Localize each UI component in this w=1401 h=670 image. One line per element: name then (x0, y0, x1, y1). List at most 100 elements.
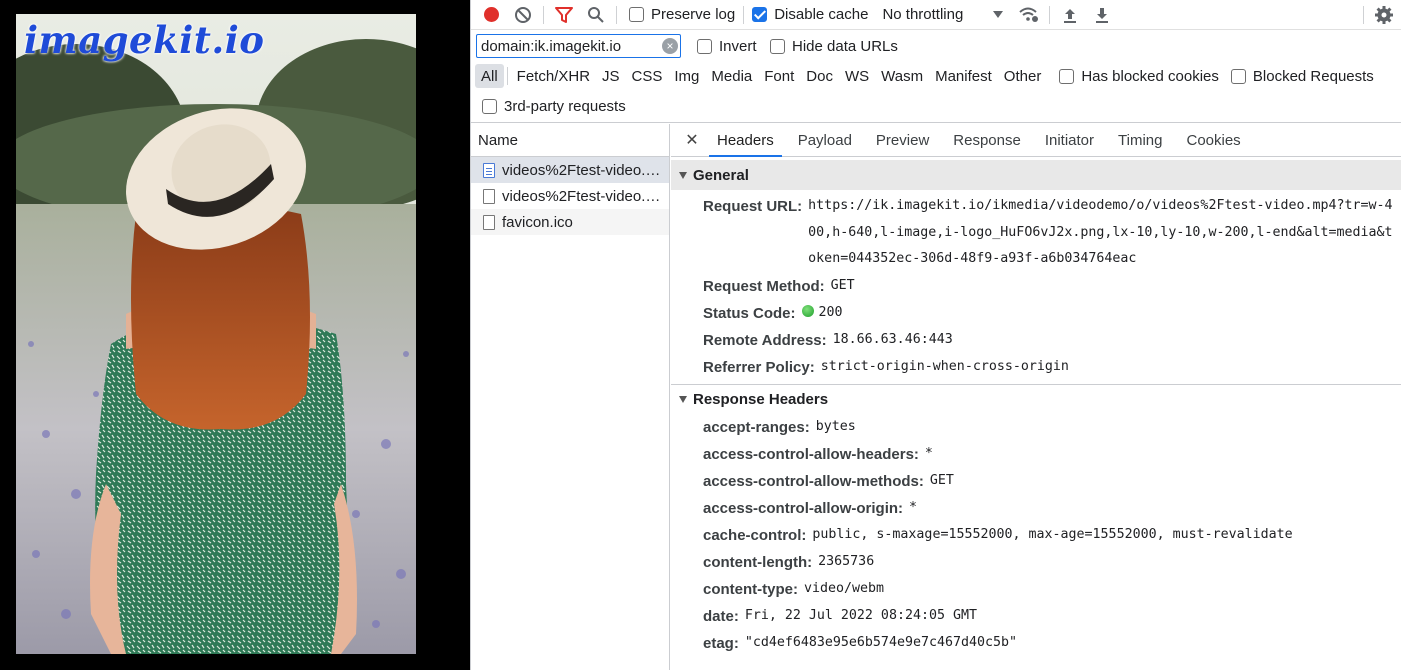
filter-input[interactable]: domain:ik.imagekit.io × (476, 34, 681, 58)
video-panel: imagekit.io (0, 0, 470, 670)
tab-cookies[interactable]: Cookies (1174, 124, 1252, 156)
third-party-label: 3rd-party requests (504, 98, 626, 115)
response-header-row: accept-ranges: bytes (671, 414, 1401, 441)
close-icon[interactable]: ✕ (679, 124, 705, 156)
response-header-name: content-type: (703, 580, 798, 598)
status-code-label: Status Code: (703, 304, 796, 322)
general-section-title: General (693, 166, 749, 184)
export-har-button[interactable] (1086, 1, 1118, 29)
video-player[interactable]: imagekit.io (16, 14, 416, 654)
response-header-name: cache-control: (703, 526, 807, 544)
network-toolbar: Preserve log Disable cache No throttling (471, 0, 1401, 30)
has-blocked-cookies-checkbox[interactable]: Has blocked cookies (1059, 68, 1219, 85)
invert-checkbox[interactable]: Invert (697, 38, 757, 55)
imagekit-logo-overlay: imagekit.io (24, 18, 265, 62)
response-header-name: date: (703, 607, 739, 625)
tab-initiator[interactable]: Initiator (1033, 124, 1106, 156)
invert-label: Invert (719, 37, 757, 55)
name-column-header[interactable]: Name (471, 124, 669, 157)
clear-button[interactable] (507, 1, 539, 29)
general-section-header[interactable]: General (671, 160, 1401, 190)
type-filter-doc[interactable]: Doc (800, 64, 839, 88)
response-header-value: "cd4ef6483e95e6b574e9e7c467d40c5b" (744, 634, 1018, 650)
response-header-name: etag: (703, 634, 739, 652)
document-icon (483, 162, 495, 178)
clear-filter-icon[interactable]: × (662, 38, 678, 54)
type-filter-img[interactable]: Img (668, 64, 705, 88)
request-row[interactable]: videos%2Ftest-video.mp4?tr=w-400,h-640,l… (471, 157, 669, 183)
toolbar-divider (543, 5, 544, 24)
clear-icon (515, 6, 531, 23)
third-party-row: 3rd-party requests (471, 91, 1401, 123)
invert-box[interactable] (697, 38, 712, 54)
has-blocked-cookies-box[interactable] (1059, 68, 1075, 84)
record-button[interactable] (475, 1, 507, 29)
blocked-requests-checkbox[interactable]: Blocked Requests (1230, 67, 1374, 85)
request-method-row: Request Method: GET (671, 273, 1401, 300)
preserve-log-checkbox[interactable]: Preserve log (629, 6, 735, 23)
status-code-value: 200 (818, 304, 843, 320)
filter-toggle-button[interactable] (548, 1, 580, 29)
request-name: videos%2Ftest-video.mp4?tr=w-400,h-640,l… (502, 161, 664, 179)
response-header-value: * (909, 499, 918, 515)
blocked-requests-box[interactable] (1230, 68, 1246, 84)
disable-cache-label: Disable cache (774, 6, 869, 23)
third-party-checkbox[interactable]: 3rd-party requests (482, 98, 626, 115)
response-header-row: content-type: video/webm (671, 576, 1401, 603)
blocked-requests-label: Blocked Requests (1252, 67, 1374, 85)
disable-cache-box[interactable] (752, 7, 768, 22)
type-filter-js[interactable]: JS (596, 64, 626, 88)
request-details: ✕ Headers Payload Preview Response Initi… (671, 124, 1401, 670)
import-har-button[interactable] (1054, 1, 1086, 29)
disable-cache-checkbox[interactable]: Disable cache (752, 6, 868, 23)
resource-type-filter: All Fetch/XHR JS CSS Img Media Font Doc … (471, 61, 1401, 91)
type-filter-font[interactable]: Font (758, 64, 800, 88)
request-row[interactable]: videos%2Ftest-video.mp4?tr=w-400,h-640,l… (471, 183, 669, 209)
request-url-row: Request URL: https://ik.imagekit.io/ikme… (671, 193, 1401, 273)
network-conditions-button[interactable] (1013, 1, 1045, 29)
type-filter-ws[interactable]: WS (839, 64, 875, 88)
dropdown-arrow-icon (993, 11, 1004, 18)
request-row[interactable]: favicon.ico (471, 209, 669, 235)
type-filter-media[interactable]: Media (705, 64, 758, 88)
third-party-box[interactable] (482, 99, 497, 114)
type-filter-manifest[interactable]: Manifest (929, 64, 998, 88)
filter-input-value: domain:ik.imagekit.io (481, 37, 622, 55)
expand-triangle-icon (679, 395, 687, 403)
response-header-name: accept-ranges: (703, 418, 810, 436)
general-section: Request URL: https://ik.imagekit.io/ikme… (671, 190, 1401, 384)
response-header-value: Fri, 22 Jul 2022 08:24:05 GMT (744, 607, 978, 623)
response-header-name: access-control-allow-headers: (703, 445, 919, 463)
type-filter-css[interactable]: CSS (626, 64, 669, 88)
gear-icon (1375, 5, 1393, 24)
has-blocked-cookies-label: Has blocked cookies (1081, 67, 1219, 85)
type-filter-other[interactable]: Other (998, 64, 1048, 88)
tab-response[interactable]: Response (941, 124, 1033, 156)
tab-timing[interactable]: Timing (1106, 124, 1174, 156)
response-header-value: bytes (815, 418, 856, 434)
referrer-policy-label: Referrer Policy: (703, 358, 815, 376)
type-filter-fetch-xhr[interactable]: Fetch/XHR (511, 64, 596, 88)
response-headers-section-header[interactable]: Response Headers (671, 383, 1401, 414)
throttling-value: No throttling (882, 6, 964, 23)
hide-data-urls-checkbox[interactable]: Hide data URLs (770, 38, 898, 55)
tab-payload[interactable]: Payload (786, 124, 864, 156)
hide-data-urls-box[interactable] (770, 38, 785, 54)
response-header-name: content-length: (703, 553, 813, 571)
search-button[interactable] (580, 1, 612, 29)
tab-preview[interactable]: Preview (864, 124, 941, 156)
network-settings-button[interactable] (1368, 1, 1400, 29)
hide-data-urls-label: Hide data URLs (792, 37, 898, 55)
preserve-log-box[interactable] (629, 7, 644, 22)
upload-icon (1064, 8, 1077, 23)
type-filter-all[interactable]: All (475, 64, 504, 88)
response-header-value: video/webm (804, 580, 885, 596)
tab-headers[interactable]: Headers (705, 124, 786, 157)
response-header-value: public, s-maxage=15552000, max-age=15552… (812, 526, 1293, 542)
type-filter-wasm[interactable]: Wasm (875, 64, 929, 88)
response-header-row: access-control-allow-headers: * (671, 441, 1401, 468)
status-code-cell: 200 (801, 300, 843, 327)
response-header-value: 2365736 (818, 553, 875, 569)
throttling-select[interactable]: No throttling (882, 6, 1004, 23)
toolbar-divider (1049, 5, 1051, 24)
